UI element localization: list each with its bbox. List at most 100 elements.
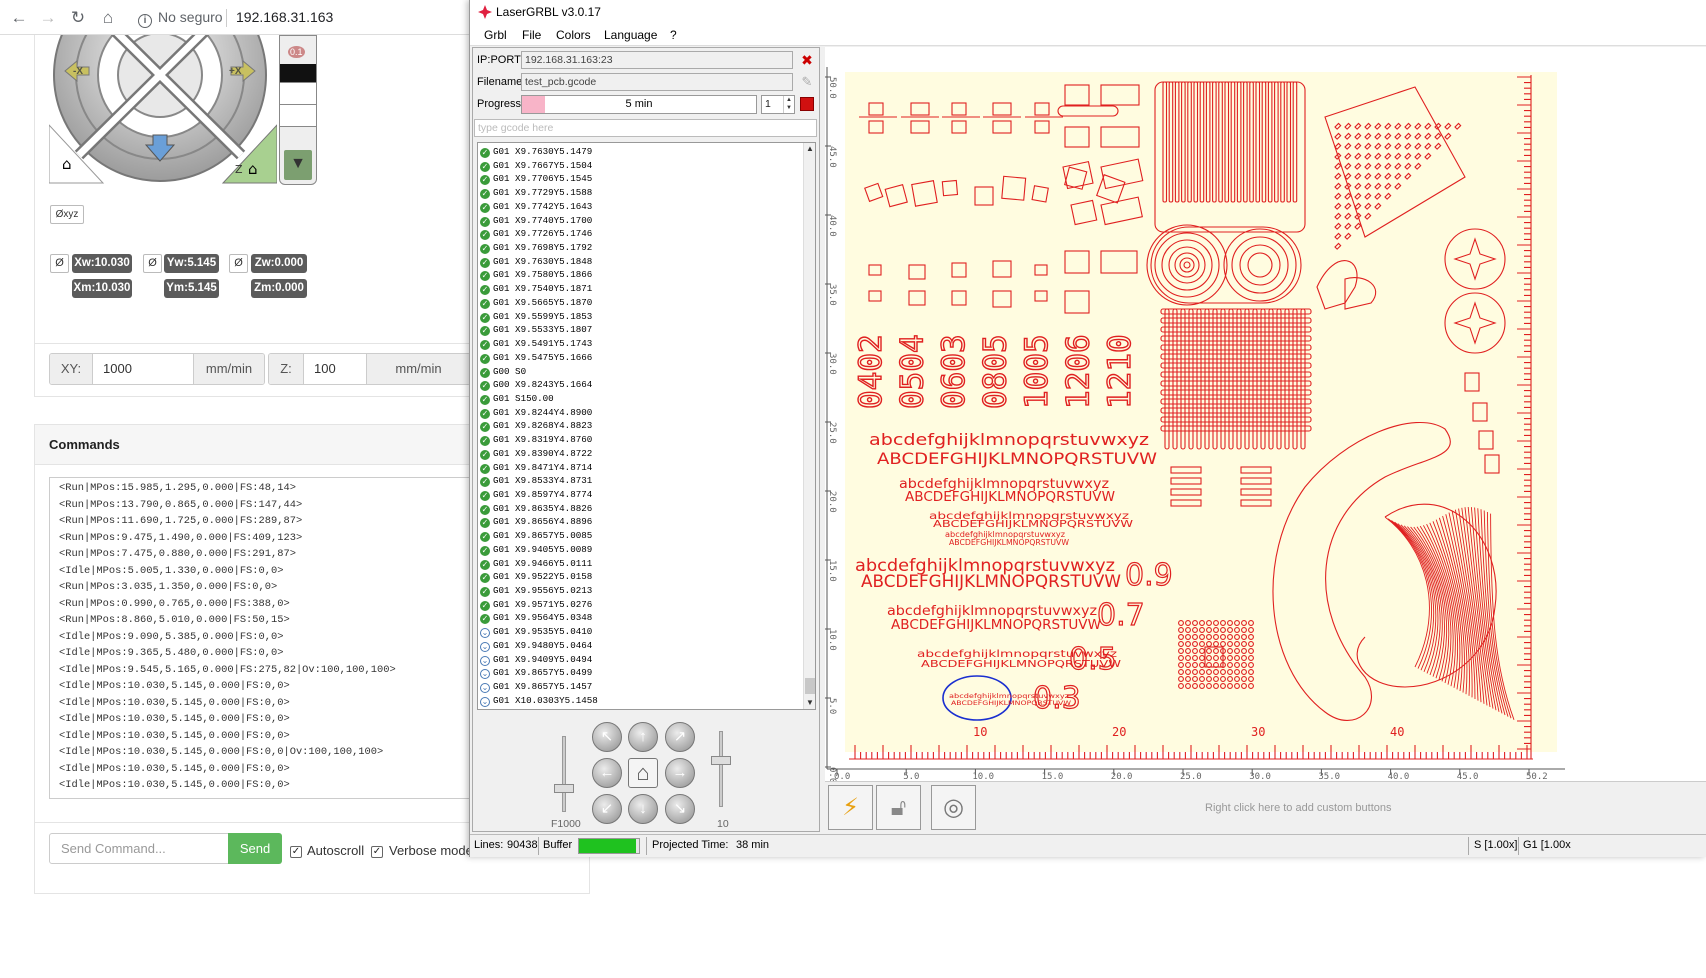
jog-home-button[interactable]: ⌂ <box>628 758 658 788</box>
homing-button[interactable]: ◎ <box>931 785 976 830</box>
jog-e-button[interactable]: → <box>665 758 695 788</box>
gcode-line[interactable]: ✓ G01 X9.7630Y5.1479 <box>480 145 592 159</box>
z-machine-position[interactable]: Zm:0.000 <box>251 279 307 298</box>
gcode-scrollbar[interactable]: ▲ ▼ <box>803 143 815 709</box>
unlock-button[interactable]: 🔓︎ <box>876 785 921 830</box>
gcode-line[interactable]: ✓ G01 X9.7698Y5.1792 <box>480 241 592 255</box>
gcode-line[interactable]: ✓ G01 X9.9556Y5.0213 <box>480 584 592 598</box>
gcode-line[interactable]: ⌄ G01 X9.9409Y5.0494 <box>480 653 592 667</box>
gcode-line[interactable]: ✓ G01 X9.8597Y4.8774 <box>480 488 592 502</box>
gcode-line[interactable]: ✓ G01 X9.8319Y4.8760 <box>480 433 592 447</box>
ip-port-field[interactable]: 192.168.31.163:23 <box>521 51 793 69</box>
spinner-arrows-icon[interactable]: ▲ ▼ <box>783 96 794 113</box>
z-step[interactable] <box>280 82 316 104</box>
open-file-icon[interactable]: ✎ <box>799 74 815 90</box>
gcode-line[interactable]: ✓ G01 X9.5665Y5.1870 <box>480 296 592 310</box>
gcode-input[interactable]: type gcode here <box>474 119 817 137</box>
jog-nw-button[interactable]: ↖ <box>592 722 622 752</box>
gcode-line[interactable]: ✓ G01 X9.8244Y4.8900 <box>480 406 592 420</box>
gcode-line[interactable]: ⌄ G01 X10.0303Y5.1458 <box>480 694 598 708</box>
filename-field[interactable]: test_pcb.gcode <box>521 73 793 91</box>
gcode-line[interactable]: ✓ G01 X9.8657Y5.0085 <box>480 529 592 543</box>
reload-icon[interactable]: ↻ <box>67 7 89 29</box>
gcode-line[interactable]: ✓ G01 X9.7706Y5.1545 <box>480 172 592 186</box>
jog-w-button[interactable]: ← <box>592 758 622 788</box>
preview-canvas[interactable]: 0.0 5.0 10.0 15.0 20.0 25.0 30.0 35.0 40.0 45.0 50… <box>825 47 1706 783</box>
gcode-line[interactable]: ✓ G01 X9.5599Y5.1853 <box>480 310 592 324</box>
gcode-line[interactable]: ✓ G01 X9.7740Y5.1700 <box>480 214 592 228</box>
gcode-line[interactable]: ✓ G01 X9.7729Y5.1588 <box>480 186 592 200</box>
gcode-line[interactable]: ⌄ G01 X9.9480Y5.0464 <box>480 639 592 653</box>
x-work-position[interactable]: Xw:10.030 <box>72 254 132 273</box>
gcode-line[interactable]: ✓ G01 X9.9466Y5.0111 <box>480 557 592 571</box>
reset-xyz-button[interactable]: Øxyz <box>50 205 84 224</box>
jog-s-button[interactable]: ↓ <box>628 794 658 824</box>
disconnect-icon[interactable]: ✖ <box>799 52 815 68</box>
z-jog-column[interactable]: 0.1 ▼ <box>279 35 317 185</box>
menu-help[interactable]: ? <box>670 28 677 42</box>
forward-icon[interactable]: → <box>37 7 59 29</box>
jog-ne-button[interactable]: ↗ <box>665 722 695 752</box>
speed-slider-thumb[interactable] <box>554 784 574 793</box>
speed-slider-track[interactable] <box>562 736 566 812</box>
gcode-line[interactable]: ⌄ G01 X9.8657Y5.1457 <box>480 680 592 694</box>
gcode-line[interactable]: ✓ G01 X9.7742Y5.1643 <box>480 200 592 214</box>
jog-n-button[interactable]: ↑ <box>628 722 658 752</box>
gcode-line[interactable]: ✓ G01 X9.8635Y4.8826 <box>480 502 592 516</box>
gcode-line[interactable]: ✓ G01 X9.9564Y5.0348 <box>480 611 592 625</box>
gcode-line[interactable]: ⌄ G01 X9.9535Y5.0410 <box>480 625 592 639</box>
verbose-checkbox[interactable]: ✓ <box>371 846 383 858</box>
x-machine-position[interactable]: Xm:10.030 <box>72 279 132 298</box>
xy-feed-input[interactable]: 1000 <box>92 354 194 384</box>
menu-colors[interactable]: Colors <box>556 28 591 42</box>
reset-x-button[interactable]: Ø <box>50 254 69 273</box>
gcode-line[interactable]: ✓ G01 X9.8268Y4.8823 <box>480 419 592 433</box>
scroll-up-icon[interactable]: ▲ <box>804 143 815 155</box>
gcode-line[interactable]: ✓ G01 X9.7667Y5.1504 <box>480 159 592 173</box>
z-feed-input[interactable]: 100 <box>303 354 367 384</box>
scroll-thumb[interactable] <box>805 678 815 694</box>
reset-y-button[interactable]: Ø <box>143 254 162 273</box>
menu-file[interactable]: File <box>522 28 541 42</box>
gcode-line[interactable]: ✓ G01 X9.8533Y4.8731 <box>480 474 592 488</box>
send-command-input[interactable]: Send Command... <box>49 833 229 864</box>
gcode-line[interactable]: ✓ G01 X9.9571Y5.0276 <box>480 598 592 612</box>
menu-language[interactable]: Language <box>604 28 657 42</box>
gcode-line[interactable]: ✓ G01 X9.7540Y5.1871 <box>480 282 592 296</box>
custom-button-bar[interactable]: ⚡ 🔓︎ ◎ Right click here to add custom bu… <box>825 781 1706 832</box>
back-icon[interactable]: ← <box>8 7 30 29</box>
autoscroll-checkbox[interactable]: ✓ <box>290 846 302 858</box>
z-step[interactable] <box>280 126 316 148</box>
send-button[interactable]: Send <box>228 833 282 864</box>
gcode-line[interactable]: ✓ G01 X9.9522Y5.0158 <box>480 570 592 584</box>
y-machine-position[interactable]: Ym:5.145 <box>164 279 219 298</box>
step-slider-thumb[interactable] <box>711 756 731 765</box>
jog-se-button[interactable]: ↘ <box>665 794 695 824</box>
repeat-spinner[interactable]: 1 ▲ ▼ <box>761 95 795 114</box>
gcode-line[interactable]: ✓ G01 X9.8390Y4.8722 <box>480 447 592 461</box>
gcode-line[interactable]: ✓ G01 X9.7580Y5.1866 <box>480 268 592 282</box>
gcode-line[interactable]: ✓ G01 X9.5475Y5.1666 <box>480 351 592 365</box>
gcode-line[interactable]: ✓ G01 X9.8656Y4.8896 <box>480 515 592 529</box>
reset-z-button[interactable]: Ø <box>229 254 248 273</box>
gcode-line[interactable]: ✓ G01 X9.7630Y5.1848 <box>480 255 592 269</box>
menu-grbl[interactable]: Grbl <box>484 28 507 42</box>
gcode-line[interactable]: ✓ G01 X9.8471Y4.8714 <box>480 461 592 475</box>
gcode-line[interactable]: ✓ G01 X9.7726Y5.1746 <box>480 227 592 241</box>
gcode-line[interactable]: ✓ G01 X9.5491Y5.1743 <box>480 337 592 351</box>
gcode-line[interactable]: ✓ G01 X9.9405Y5.0089 <box>480 543 592 557</box>
jog-sw-button[interactable]: ↙ <box>592 794 622 824</box>
gcode-line[interactable]: ✓ G01 X9.5533Y5.1807 <box>480 323 592 337</box>
z-step[interactable] <box>280 104 316 126</box>
connect-button[interactable]: ⚡ <box>828 785 873 830</box>
y-work-position[interactable]: Yw:5.145 <box>164 254 219 273</box>
z-down-button[interactable]: ▼ <box>284 150 312 180</box>
gcode-list[interactable]: ✓ G01 X9.7630Y5.1479 ✓ G01 X9.7667Y5.1504 ✓ G… <box>477 142 816 710</box>
xy-jog-wheel[interactable]: ⌂ Z ⌂ <box>49 35 277 187</box>
step-slider-track[interactable] <box>719 731 723 807</box>
pcb-preview[interactable]: 0.0 5.0 10.0 15.0 20.0 25.0 30.0 35.0 40.0 45.0 50… <box>825 47 1706 783</box>
gcode-line[interactable]: ✓ G00 X9.8243Y5.1664 <box>480 378 592 392</box>
gcode-line[interactable]: ✓ G00 S0 <box>480 365 526 379</box>
home-icon[interactable]: ⌂ <box>97 7 119 29</box>
scroll-down-icon[interactable]: ▼ <box>804 697 815 709</box>
